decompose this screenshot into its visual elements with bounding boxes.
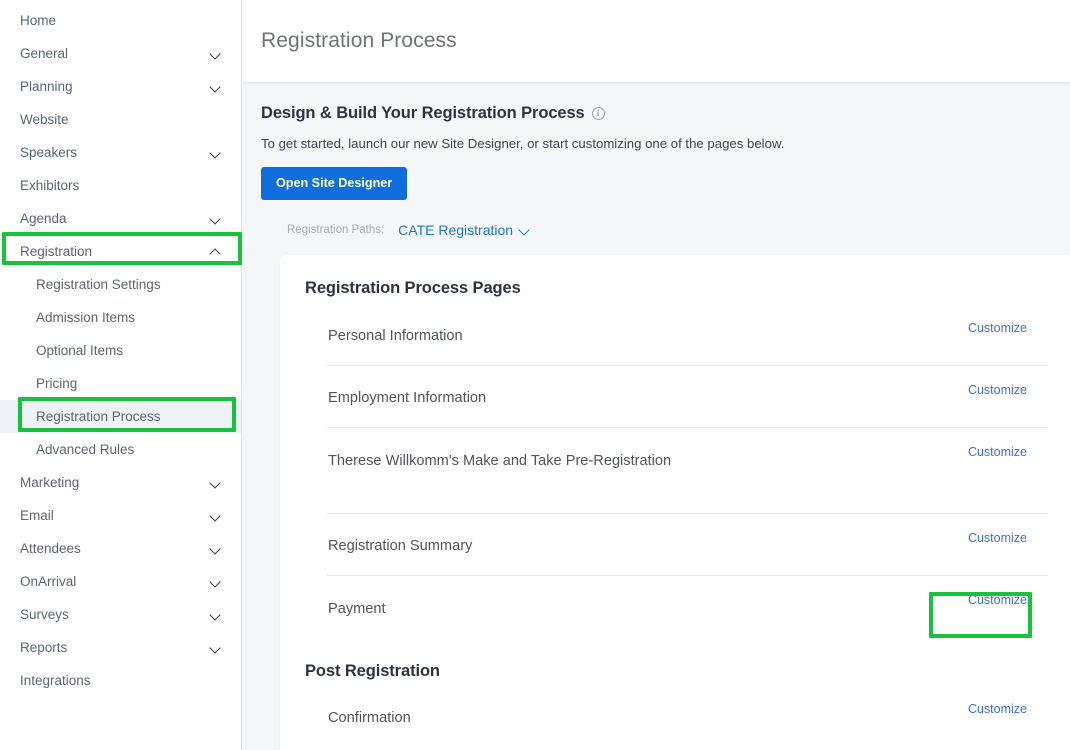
chevron-down-icon [210,80,223,93]
sidebar-item-label: General [20,46,69,61]
sidebar-item-label: Website [20,112,69,127]
chevron-down-icon [210,542,223,555]
sidebar-item-label: Integrations [20,673,91,688]
page-row-name: Payment [328,600,386,617]
sidebar-item-label: Marketing [20,475,80,490]
post-registration-title: Post Registration [305,662,440,680]
page-row-name: Therese Willkomm's Make and Take Pre-Reg… [328,453,672,469]
sidebar-item-label: Reports [20,640,68,655]
chevron-down-icon [210,641,223,654]
page-row-name: Confirmation [328,709,411,726]
sidebar-item-label: Pricing [36,376,78,391]
page-title: Registration Process [261,29,457,52]
chevron-down-icon [210,47,223,60]
sidebar-item-attendees[interactable]: Attendees [0,532,241,565]
sidebar-nav: Home General Planning Website Speakers Exhibi… [0,0,242,750]
post-registration-pages-list: Confirmation Customize [305,685,1048,747]
page-header: Registration Process [242,0,1070,82]
sidebar-item-label: Exhibitors [20,178,80,193]
sidebar-item-label: Speakers [20,145,78,160]
sidebar-item-speakers[interactable]: Speakers [0,136,241,169]
sidebar-item-label: Registration Process [36,409,161,424]
open-site-designer-button[interactable]: Open Site Designer [261,167,408,200]
registration-pages-card: Registration Process Pages Personal Info… [280,255,1070,750]
chevron-down-icon [520,225,531,236]
sidebar-item-label: Admission Items [36,310,136,325]
sidebar-item-exhibitors[interactable]: Exhibitors [0,169,241,202]
chevron-down-icon [210,509,223,522]
sidebar-item-email[interactable]: Email [0,499,241,532]
sidebar-item-registration-process[interactable]: Registration Process [0,400,241,433]
sidebar-item-surveys[interactable]: Surveys [0,598,241,631]
main-content: Registration Process Design & Build Your… [242,0,1070,750]
page-row: Payment Customize [327,576,1048,638]
customize-link[interactable]: Customize [968,531,1027,545]
sidebar-item-marketing[interactable]: Marketing [0,466,241,499]
design-section-heading-text: Design & Build Your Registration Process [261,104,585,122]
sidebar-item-admission-items[interactable]: Admission Items [0,301,241,334]
page-row-name: Personal Information [328,328,463,345]
sidebar-item-general[interactable]: General [0,37,241,70]
customize-link[interactable]: Customize [968,383,1027,397]
sidebar-item-integrations[interactable]: Integrations [0,664,241,697]
sidebar-item-home[interactable]: Home [0,4,241,37]
sidebar-item-reports[interactable]: Reports [0,631,241,664]
customize-link[interactable]: Customize [968,702,1027,716]
sidebar-item-planning[interactable]: Planning [0,70,241,103]
registration-paths-dropdown[interactable]: CATE Registration [398,222,531,238]
sidebar-item-label: Agenda [20,211,67,226]
info-circle-icon[interactable]: i [591,107,605,120]
page-row-name: Employment Information [328,390,487,407]
page-row: Registration Summary Customize [327,514,1048,576]
design-section-heading: Design & Build Your Registration Process… [261,104,1070,123]
sidebar-item-optional-items[interactable]: Optional Items [0,334,241,367]
sidebar-item-label: OnArrival [20,574,77,589]
sidebar-item-label: Registration Settings [36,277,161,292]
sidebar-item-label: Surveys [20,607,69,622]
page-row-name: Registration Summary [328,538,473,555]
sidebar-item-website[interactable]: Website [0,103,241,136]
registration-pages-list: Personal Information Customize Employment … [305,304,1048,638]
sidebar-item-agenda[interactable]: Agenda [0,202,241,235]
chevron-down-icon [210,212,223,225]
page-row: Personal Information Customize [327,304,1048,366]
registration-paths-row: Registration Paths: CATE Registration [261,222,1070,238]
chevron-down-icon [210,146,223,159]
sidebar-item-registration-settings[interactable]: Registration Settings [0,268,241,301]
customize-link[interactable]: Customize [968,445,1027,459]
registration-paths-value: CATE Registration [398,222,514,238]
sidebar-item-label: Home [20,13,57,28]
sidebar-item-onarrival[interactable]: OnArrival [0,565,241,598]
page-row: Employment Information Customize [327,366,1048,428]
registration-paths-label: Registration Paths: [287,224,385,236]
chevron-down-icon [210,575,223,588]
sidebar-item-label: Optional Items [36,343,124,358]
card-title: Registration Process Pages [305,279,521,297]
chevron-up-icon [210,245,223,258]
sidebar-item-label: Registration [20,244,93,259]
design-section-description: To get started, launch our new Site Desi… [261,136,785,151]
content-area: Design & Build Your Registration Process… [242,82,1070,750]
sidebar-item-advanced-rules[interactable]: Advanced Rules [0,433,241,466]
customize-link[interactable]: Customize [968,593,1027,607]
app-root: Home General Planning Website Speakers Exhibi… [0,0,1070,750]
sidebar-item-registration[interactable]: Registration [0,235,241,268]
chevron-down-icon [210,476,223,489]
sidebar-item-pricing[interactable]: Pricing [0,367,241,400]
chevron-down-icon [210,608,223,621]
sidebar-item-label: Advanced Rules [36,442,135,457]
sidebar-item-label: Email [20,508,54,523]
page-row: Confirmation Customize [327,685,1048,747]
sidebar-item-label: Planning [20,79,73,94]
page-row: Therese Willkomm's Make and Take Pre-Reg… [327,428,1048,514]
sidebar-item-label: Attendees [20,541,81,556]
customize-link[interactable]: Customize [968,321,1027,335]
